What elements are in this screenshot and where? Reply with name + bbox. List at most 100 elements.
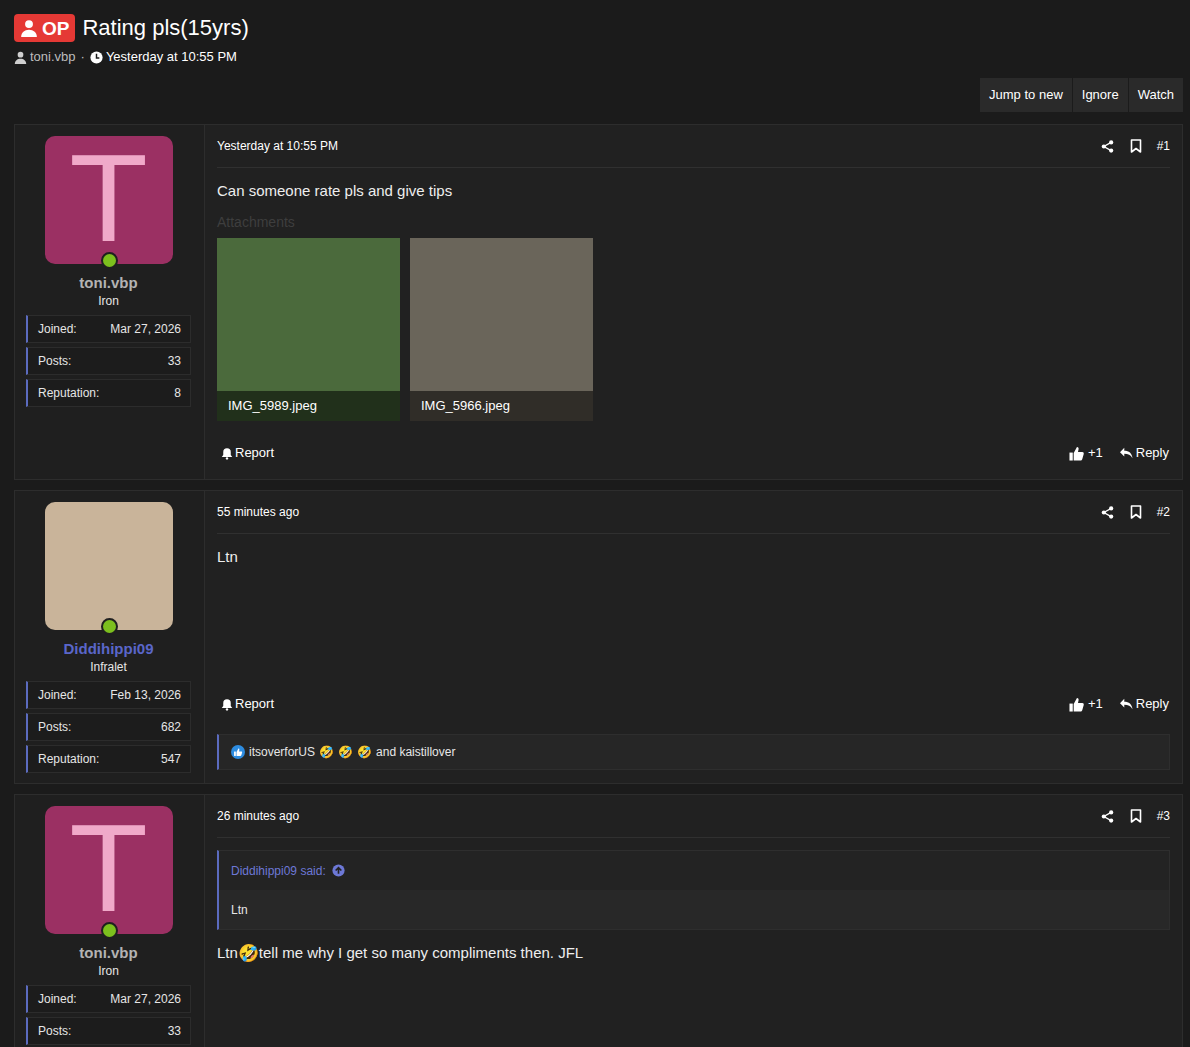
share-icon xyxy=(1101,139,1115,153)
attachment-filename[interactable]: IMG_5989.jpeg xyxy=(228,396,317,416)
reply-label[interactable]: Reply xyxy=(1136,694,1169,714)
reaction-user[interactable]: and kaistillover xyxy=(376,743,455,761)
post-footer-actions: +1 Reply xyxy=(1069,443,1170,463)
thread-action-button[interactable]: Ignore xyxy=(1072,78,1128,112)
stat-row: Joined:Mar 27, 2026 xyxy=(26,315,191,343)
stat-row: Joined:Mar 27, 2026 xyxy=(26,985,191,1013)
post: Diddihippi09 Infralet Joined:Feb 13, 2026 P… xyxy=(14,490,1183,784)
post-content: 55 minutes ago #2 Ltn Report +1 Reply itsoverf… xyxy=(205,491,1182,783)
like-button[interactable]: +1 xyxy=(1069,443,1103,463)
author-name[interactable]: toni.vbp xyxy=(79,274,137,292)
stat-row: Posts:682 xyxy=(26,713,191,741)
like-count: +1 xyxy=(1088,694,1103,714)
report-button[interactable]: Report xyxy=(217,443,274,463)
post-footer: Report +1 Reply xyxy=(217,421,1170,473)
reactions-bar[interactable]: itsoverforUS🤣🤣🤣and kaistillover xyxy=(217,734,1170,770)
avatar[interactable]: T xyxy=(45,136,173,264)
attachments: IMG_5989.jpeg IMG_5966.jpeg xyxy=(217,238,1170,421)
stat-value: Feb 13, 2026 xyxy=(110,686,181,704)
thread-title-row: OPRating pls(15yrs) xyxy=(14,14,1183,42)
op-badge-label: OP xyxy=(42,19,69,38)
stat-row: Joined:Feb 13, 2026 xyxy=(26,681,191,709)
bookmark-icon xyxy=(1129,139,1143,153)
author-name[interactable]: Diddihippi09 xyxy=(64,640,154,658)
thread-author[interactable]: toni.vbp xyxy=(30,49,76,65)
post: Ttoni.vbpIronJoined:Mar 27, 2026Posts:33… xyxy=(14,794,1183,1047)
reaction-user[interactable]: itsoverforUS xyxy=(249,743,315,761)
stat-label: Joined: xyxy=(38,990,77,1008)
post-footer-actions: +1 Reply xyxy=(1069,694,1170,714)
reply-button[interactable]: Reply xyxy=(1119,694,1169,714)
stat-label: Reputation: xyxy=(38,384,99,402)
quote-header: Diddihippi09 said: xyxy=(219,851,1169,890)
author-rank: Iron xyxy=(98,964,119,979)
stat-row: Posts:33 xyxy=(26,347,191,375)
avatar-wrap: T xyxy=(45,806,173,934)
stat-label: Posts: xyxy=(38,1022,71,1040)
stat-label: Joined: xyxy=(38,320,77,338)
reply-button[interactable]: Reply xyxy=(1119,443,1169,463)
thumbs-up-icon xyxy=(1069,446,1084,461)
attachment[interactable]: IMG_5989.jpeg xyxy=(217,238,400,421)
body-text: Can someone rate pls and give tips xyxy=(217,182,452,199)
thumbs-up-icon xyxy=(1069,697,1084,712)
author-stats: Joined:Mar 27, 2026 Posts:33 Reputation: 8 xyxy=(26,315,191,407)
author-rank: Iron xyxy=(98,294,119,309)
thread-action-button[interactable]: Watch xyxy=(1128,78,1183,112)
bookmark-icon xyxy=(1129,809,1143,823)
body-text: Ltn xyxy=(217,548,238,565)
post-time: 26 minutes ago xyxy=(217,807,299,825)
post-number[interactable]: #1 xyxy=(1157,137,1170,155)
stat-value: 8 xyxy=(174,384,181,402)
attachment[interactable]: IMG_5966.jpeg xyxy=(410,238,593,421)
avatar-photo[interactable] xyxy=(45,502,173,630)
report-label[interactable]: Report xyxy=(235,443,274,463)
avatar-wrap xyxy=(45,502,173,630)
attachment-caption: IMG_5989.jpeg xyxy=(217,391,400,421)
attachment-caption: IMG_5966.jpeg xyxy=(410,391,593,421)
emoji: 🤣 xyxy=(238,944,259,963)
post-number[interactable]: #2 xyxy=(1157,503,1170,521)
quote-author[interactable]: Diddihippi09 said: xyxy=(231,862,326,880)
author-name[interactable]: toni.vbp xyxy=(79,944,137,962)
share-icon xyxy=(1101,505,1115,519)
report-label[interactable]: Report xyxy=(235,694,274,714)
body-text: Ltn xyxy=(217,944,238,961)
post-time: 55 minutes ago xyxy=(217,503,299,521)
stat-row: Reputation: 8 xyxy=(26,379,191,407)
post-header: 26 minutes ago #3 xyxy=(217,795,1170,838)
post-author: Diddihippi09 Infralet Joined:Feb 13, 2026 P… xyxy=(15,491,205,783)
op-badge: OP xyxy=(14,14,75,42)
like-button[interactable]: +1 xyxy=(1069,694,1103,714)
post: Ttoni.vbp Iron Joined:Mar 27, 2026 Posts:33… xyxy=(14,124,1183,480)
report-button[interactable]: Report xyxy=(217,694,274,714)
online-dot xyxy=(101,618,118,635)
post-content: Yesterday at 10:55 PM#1Can someone rate … xyxy=(205,125,1182,479)
thread-actions: Jump to newIgnoreWatch xyxy=(14,78,1183,112)
post-body: Ltn🤣tell me why I get so many compliment… xyxy=(217,942,1170,965)
author-rank: Infralet xyxy=(90,660,127,675)
thread-time: Yesterday at 10:55 PM xyxy=(106,49,237,65)
thread-meta: toni.vbp·Yesterday at 10:55 PM xyxy=(14,49,1183,65)
stat-value: 682 xyxy=(161,718,181,736)
share-icon xyxy=(1101,809,1115,823)
post-content: 26 minutes ago #3 Diddihippi09 said: LtnLtn… xyxy=(205,795,1182,1047)
post-author: Ttoni.vbpIronJoined:Mar 27, 2026Posts:33 xyxy=(15,795,205,1047)
post-number[interactable]: #3 xyxy=(1157,807,1170,825)
like-count: +1 xyxy=(1088,443,1103,463)
post-header: 55 minutes ago #2 xyxy=(217,491,1170,534)
online-dot xyxy=(101,252,118,269)
reaction-emoji: 🤣 xyxy=(338,746,353,758)
avatar[interactable]: T xyxy=(45,806,173,934)
attachment-filename[interactable]: IMG_5966.jpeg xyxy=(421,396,510,416)
post-author: Ttoni.vbp Iron Joined:Mar 27, 2026 Posts:33… xyxy=(15,125,205,479)
stat-value: 547 xyxy=(161,750,181,768)
avatar-wrap: T xyxy=(45,136,173,264)
reply-label[interactable]: Reply xyxy=(1136,443,1169,463)
stat-label: Reputation: xyxy=(38,750,99,768)
post-header-tools: #2 xyxy=(1101,503,1170,521)
bell-icon xyxy=(220,698,233,711)
thread-action-group: Jump to newIgnoreWatch xyxy=(980,78,1183,112)
thread-action-button[interactable]: Jump to new xyxy=(980,78,1072,112)
post-header-tools: #3 xyxy=(1101,807,1170,825)
